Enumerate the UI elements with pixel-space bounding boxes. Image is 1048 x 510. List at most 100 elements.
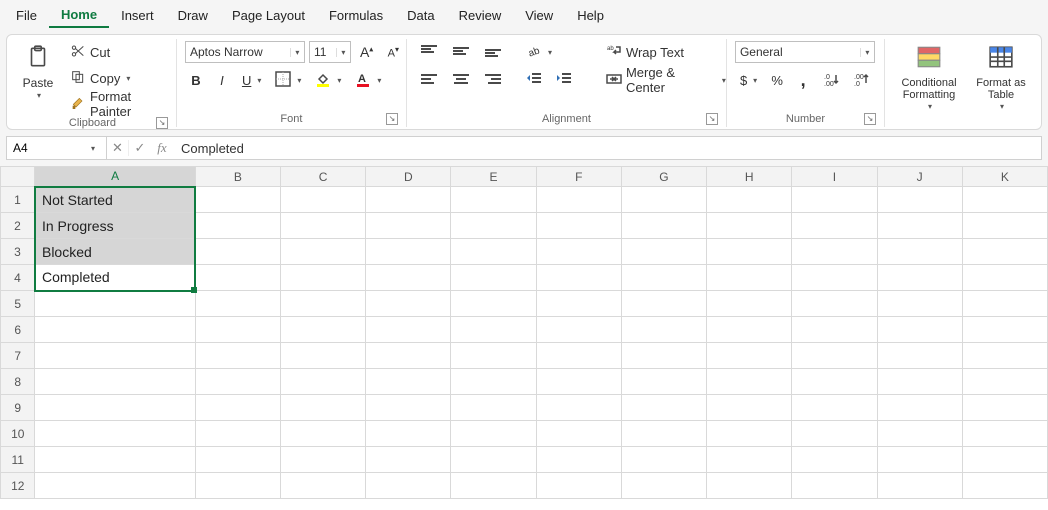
- decrease-indent-button[interactable]: [521, 69, 547, 91]
- font-name-combo[interactable]: Aptos Narrow ▾: [185, 41, 305, 63]
- increase-font-size-button[interactable]: A▴: [355, 41, 378, 63]
- row-header-8[interactable]: 8: [1, 369, 35, 395]
- cell-E12[interactable]: [451, 473, 536, 499]
- orientation-button[interactable]: ab ▾: [521, 41, 557, 63]
- cell-C8[interactable]: [280, 369, 365, 395]
- row-header-1[interactable]: 1: [1, 187, 35, 213]
- cell-B12[interactable]: [195, 473, 280, 499]
- decrease-decimal-button[interactable]: .00.0: [848, 69, 874, 91]
- row-header-2[interactable]: 2: [1, 213, 35, 239]
- percent-format-button[interactable]: %: [766, 69, 788, 91]
- cell-E8[interactable]: [451, 369, 536, 395]
- number-format-combo[interactable]: General ▾: [735, 41, 875, 63]
- cell-D9[interactable]: [366, 395, 451, 421]
- cell-D4[interactable]: [366, 265, 451, 291]
- cell-A9[interactable]: [35, 395, 195, 421]
- align-left-button[interactable]: [415, 69, 443, 91]
- borders-button[interactable]: ▾: [270, 69, 306, 91]
- cell-D1[interactable]: [366, 187, 451, 213]
- cell-G8[interactable]: [621, 369, 706, 395]
- row-header-12[interactable]: 12: [1, 473, 35, 499]
- cell-E2[interactable]: [451, 213, 536, 239]
- clipboard-dialog-launcher[interactable]: ↘: [156, 117, 168, 129]
- cell-B3[interactable]: [195, 239, 280, 265]
- cell-F8[interactable]: [536, 369, 621, 395]
- row-header-6[interactable]: 6: [1, 317, 35, 343]
- format-as-table-button[interactable]: Format as Table ▾: [971, 41, 1031, 115]
- cell-J6[interactable]: [877, 317, 962, 343]
- cell-E6[interactable]: [451, 317, 536, 343]
- cell-C9[interactable]: [280, 395, 365, 421]
- cell-K8[interactable]: [962, 369, 1047, 395]
- comma-format-button[interactable]: ,: [792, 69, 814, 91]
- cell-K4[interactable]: [962, 265, 1047, 291]
- alignment-dialog-launcher[interactable]: ↘: [706, 113, 718, 125]
- insert-function-button[interactable]: fx: [151, 140, 173, 156]
- cell-E7[interactable]: [451, 343, 536, 369]
- cell-B10[interactable]: [195, 421, 280, 447]
- cell-G12[interactable]: [621, 473, 706, 499]
- cell-D7[interactable]: [366, 343, 451, 369]
- cell-G11[interactable]: [621, 447, 706, 473]
- cell-I3[interactable]: [792, 239, 877, 265]
- cell-J10[interactable]: [877, 421, 962, 447]
- cell-J4[interactable]: [877, 265, 962, 291]
- cell-I2[interactable]: [792, 213, 877, 239]
- cell-I11[interactable]: [792, 447, 877, 473]
- cell-G2[interactable]: [621, 213, 706, 239]
- cell-J11[interactable]: [877, 447, 962, 473]
- increase-indent-button[interactable]: [551, 69, 577, 91]
- paste-button[interactable]: Paste ▾: [17, 41, 59, 104]
- cell-C3[interactable]: [280, 239, 365, 265]
- cell-I4[interactable]: [792, 265, 877, 291]
- cell-F12[interactable]: [536, 473, 621, 499]
- cell-F11[interactable]: [536, 447, 621, 473]
- cell-B8[interactable]: [195, 369, 280, 395]
- cell-G1[interactable]: [621, 187, 706, 213]
- cell-G5[interactable]: [621, 291, 706, 317]
- menu-data[interactable]: Data: [395, 4, 446, 27]
- cell-C7[interactable]: [280, 343, 365, 369]
- format-painter-button[interactable]: Format Painter: [65, 93, 168, 115]
- cell-H5[interactable]: [707, 291, 792, 317]
- row-header-10[interactable]: 10: [1, 421, 35, 447]
- cell-K2[interactable]: [962, 213, 1047, 239]
- align-top-button[interactable]: [415, 41, 443, 63]
- cell-I12[interactable]: [792, 473, 877, 499]
- cell-A12[interactable]: [35, 473, 195, 499]
- cell-K5[interactable]: [962, 291, 1047, 317]
- menu-insert[interactable]: Insert: [109, 4, 166, 27]
- cell-B5[interactable]: [195, 291, 280, 317]
- cell-G3[interactable]: [621, 239, 706, 265]
- cell-A5[interactable]: [35, 291, 195, 317]
- cell-H11[interactable]: [707, 447, 792, 473]
- row-header-7[interactable]: 7: [1, 343, 35, 369]
- decrease-font-size-button[interactable]: A▾: [382, 41, 404, 63]
- col-header-B[interactable]: B: [195, 167, 280, 187]
- cell-J7[interactable]: [877, 343, 962, 369]
- cell-H7[interactable]: [707, 343, 792, 369]
- formula-cancel-button[interactable]: ✕: [107, 140, 129, 156]
- cell-B11[interactable]: [195, 447, 280, 473]
- cell-F7[interactable]: [536, 343, 621, 369]
- cell-F1[interactable]: [536, 187, 621, 213]
- cell-K7[interactable]: [962, 343, 1047, 369]
- name-box[interactable]: ▾: [7, 137, 107, 159]
- menu-review[interactable]: Review: [447, 4, 514, 27]
- cell-F3[interactable]: [536, 239, 621, 265]
- wrap-text-button[interactable]: ab Wrap Text: [601, 41, 731, 63]
- cell-B6[interactable]: [195, 317, 280, 343]
- cell-F9[interactable]: [536, 395, 621, 421]
- cell-B9[interactable]: [195, 395, 280, 421]
- cell-A4[interactable]: Completed: [35, 265, 195, 291]
- cell-D3[interactable]: [366, 239, 451, 265]
- cell-I8[interactable]: [792, 369, 877, 395]
- align-center-button[interactable]: [447, 69, 475, 91]
- cell-F10[interactable]: [536, 421, 621, 447]
- chevron-down-icon[interactable]: ▾: [336, 48, 350, 57]
- underline-button[interactable]: U▾: [237, 69, 266, 91]
- font-color-button[interactable]: A ▾: [350, 69, 386, 91]
- col-header-D[interactable]: D: [366, 167, 451, 187]
- row-header-9[interactable]: 9: [1, 395, 35, 421]
- row-header-4[interactable]: 4: [1, 265, 35, 291]
